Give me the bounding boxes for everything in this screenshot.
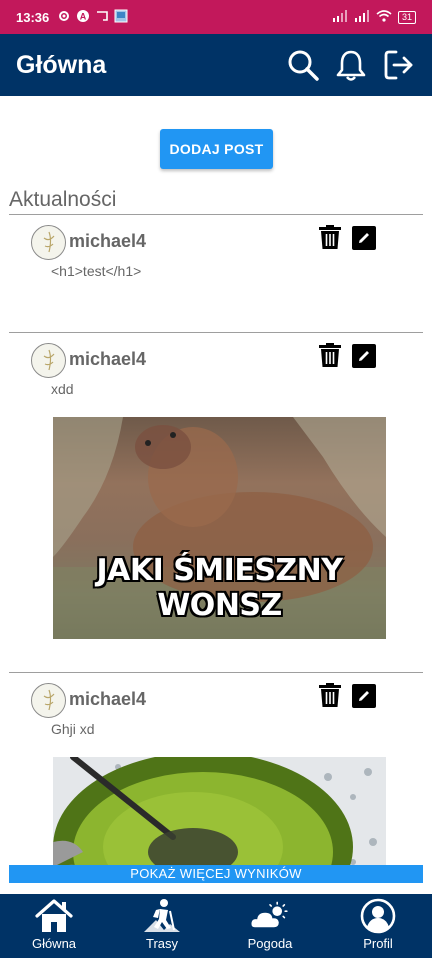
post-body: xdd: [51, 381, 74, 397]
post-author[interactable]: michael4: [69, 689, 146, 710]
home-icon: [34, 898, 74, 934]
nav-label: Pogoda: [247, 936, 293, 951]
page-title: Główna: [16, 50, 107, 79]
post-body: Ghji xd: [51, 721, 95, 737]
status-bar: 13:36 A 31: [0, 0, 432, 34]
signal-icon: [354, 9, 370, 25]
image-caption: JAKI ŚMIESZNY WONSZ: [96, 553, 343, 623]
search-icon[interactable]: [286, 48, 320, 82]
post-card: michael4 <h1>test</h1>: [9, 214, 423, 332]
nav-item-home[interactable]: Główna: [0, 894, 108, 958]
nav-label: Główna: [31, 936, 77, 951]
post-image[interactable]: JAKI ŚMIESZNY WONSZ: [53, 417, 386, 639]
nav-item-trails[interactable]: Trasy: [108, 894, 216, 958]
post-body: <h1>test</h1>: [51, 263, 142, 279]
hiker-icon: [142, 898, 182, 934]
nav-item-weather[interactable]: Pogoda: [216, 894, 324, 958]
edit-icon[interactable]: [352, 684, 376, 708]
trash-icon[interactable]: [318, 343, 342, 367]
svg-text:A: A: [80, 11, 87, 21]
signal-icon: [332, 9, 348, 25]
post-author[interactable]: michael4: [69, 231, 146, 252]
avatar[interactable]: [31, 225, 66, 260]
post-author[interactable]: michael4: [69, 349, 146, 370]
post-card: michael4 Ghji xd: [9, 672, 423, 894]
nav-label: Profil: [363, 936, 393, 951]
avatar[interactable]: [31, 343, 66, 378]
status-time: 13:36: [16, 9, 50, 25]
avatar[interactable]: [31, 683, 66, 718]
trash-icon[interactable]: [318, 683, 342, 707]
wifi-icon: [376, 9, 392, 25]
show-more-button[interactable]: POKAŻ WIĘCEJ WYNIKÓW: [9, 865, 423, 883]
nav-item-profile[interactable]: Profil: [324, 894, 432, 958]
post-card: michael4 xdd JAKI ŚMIESZNY WONSZ: [9, 332, 423, 672]
bottom-nav: Główna Trasy Pogoda Profil: [0, 894, 432, 958]
battery-icon: 31: [397, 10, 416, 24]
app-bar: Główna: [0, 34, 432, 96]
edit-icon[interactable]: [352, 226, 376, 250]
feed[interactable]: DODAJ POST Aktualności michael4 <h1>test…: [0, 96, 432, 894]
android-icon: A: [76, 9, 90, 26]
edit-icon[interactable]: [352, 344, 376, 368]
bell-icon[interactable]: [334, 48, 368, 82]
cast-icon: [95, 9, 109, 26]
nav-label: Trasy: [145, 936, 179, 951]
trash-icon[interactable]: [318, 225, 342, 249]
app-icon: [114, 9, 128, 26]
post-image[interactable]: [53, 757, 386, 877]
gear-icon: [57, 9, 71, 26]
profile-icon: [358, 898, 398, 934]
section-title: Aktualności: [9, 188, 117, 211]
weather-icon: [250, 898, 290, 934]
add-post-button[interactable]: DODAJ POST: [160, 129, 273, 169]
logout-icon[interactable]: [382, 48, 416, 82]
